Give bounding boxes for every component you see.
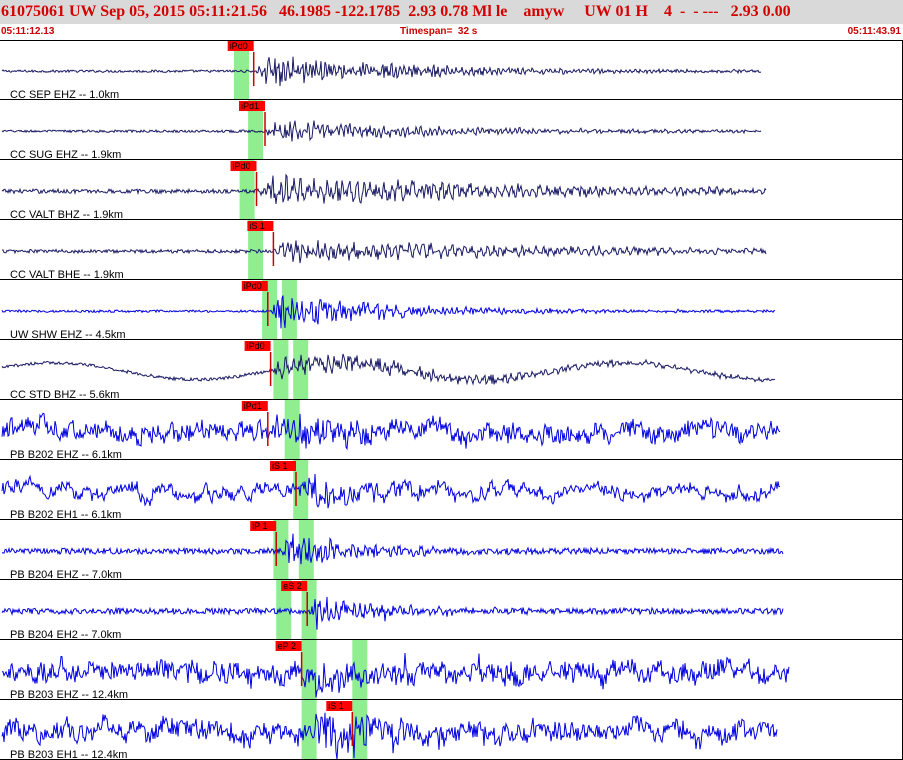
pick-label: eS 2 — [283, 581, 302, 591]
pick-label: iP 1 — [252, 521, 267, 531]
pick-label: iS 1 — [272, 461, 288, 471]
trace-panel[interactable]: iS 1PB B202 EH1 -- 6.1km — [0, 460, 903, 521]
trace-panel[interactable]: eS 2PB B204 EH2 -- 7.0km — [0, 580, 903, 641]
trace-panel[interactable]: iPd0UW SHW EHZ -- 4.5km — [0, 280, 903, 341]
trace-panel[interactable]: iPd0CC VALT BHZ -- 1.9km — [0, 160, 903, 221]
waveform-trace — [1, 120, 762, 142]
pick-label: iS 1 — [249, 221, 265, 231]
waveform-trace — [1, 295, 776, 329]
pick-label: iPd0 — [247, 341, 265, 351]
phase-window — [281, 280, 297, 340]
trace-panel[interactable]: iPd0CC STD BHZ -- 5.6km — [0, 340, 903, 401]
trace-panel[interactable]: iPd1PB B202 EHZ -- 6.1km — [0, 400, 903, 461]
phase-window — [301, 640, 317, 700]
pick-label: iPd0 — [230, 41, 248, 51]
phase-window — [293, 340, 309, 400]
pick-label: iPd1 — [241, 101, 259, 111]
waveform-trace — [1, 596, 784, 630]
channel-label: PB B203 EH1 -- 12.4km — [10, 749, 127, 760]
seismogram-viewer: 61075061 UW Sep 05, 2015 05:11:21.56 46.… — [0, 0, 903, 760]
pick-label: iPd1 — [244, 401, 262, 411]
pick-label: iPd0 — [244, 281, 262, 291]
waveform-trace — [1, 56, 762, 87]
start-time: 05:11:12.13 — [1, 26, 55, 37]
waveform-trace — [1, 173, 767, 205]
waveform-trace — [2, 240, 767, 264]
pick-label: iS 1 — [328, 701, 344, 711]
trace-panel[interactable]: iS 1 PB B203 EH1 -- 12.4km — [0, 700, 903, 760]
end-time: 05:11:43.91 — [847, 26, 901, 37]
event-title: 61075061 UW Sep 05, 2015 05:11:21.56 46.… — [0, 0, 903, 24]
trace-panel[interactable]: eP 2PB B203 EHZ -- 12.4km — [0, 640, 903, 701]
phase-window — [298, 520, 314, 580]
trace-panel[interactable]: iPd1CC SUG EHZ -- 1.9km — [0, 100, 903, 161]
pick-label: eP 2 — [278, 641, 296, 651]
waveform-trace — [1, 533, 784, 565]
trace-panels[interactable]: iPd0CC SEP EHZ -- 1.0kmiPd1CC SUG EHZ --… — [0, 40, 903, 760]
timespan-label: Timespan= 32 s — [400, 26, 478, 37]
waveform-trace — [1, 473, 781, 509]
pick-label: iPd0 — [233, 161, 251, 171]
time-axis-bar: 05:11:12.13 Timespan= 32 s 05:11:43.91 — [0, 24, 903, 40]
trace-panel[interactable]: iS 1CC VALT BHE -- 1.9km — [0, 220, 903, 281]
trace-panel[interactable]: iPd0CC SEP EHZ -- 1.0km — [0, 40, 903, 101]
trace-panel[interactable]: iP 1PB B204 EHZ -- 7.0km — [0, 520, 903, 581]
waveform-trace — [1, 353, 776, 386]
waveform-trace — [1, 412, 781, 451]
